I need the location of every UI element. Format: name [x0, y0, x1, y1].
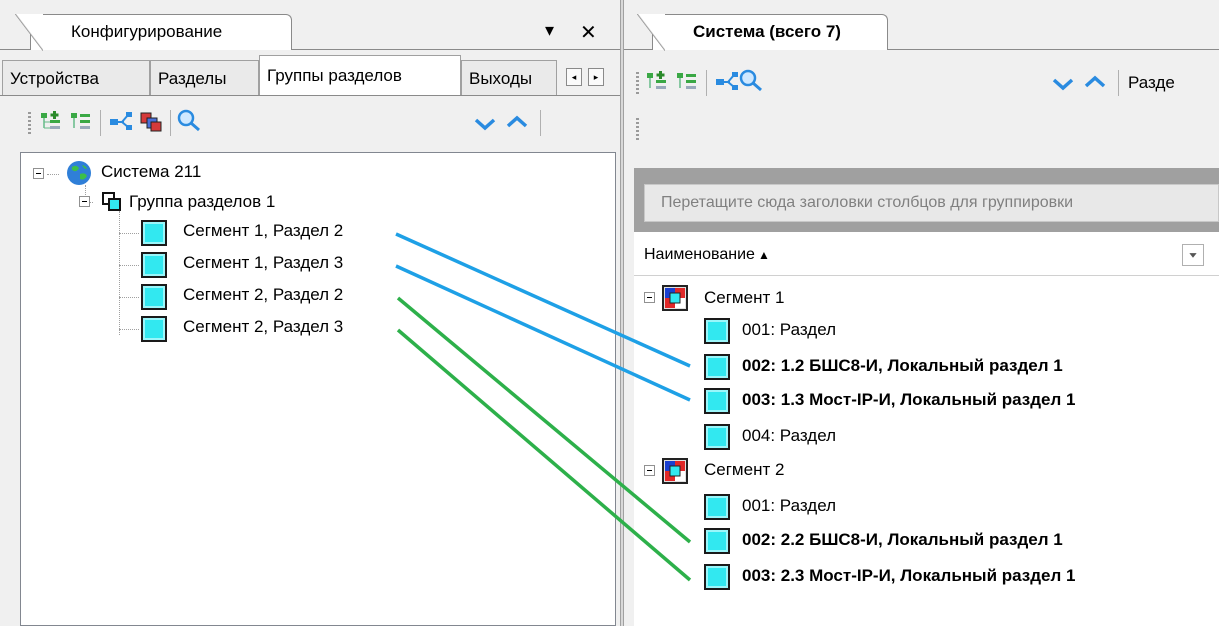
section-icon: [141, 284, 167, 310]
tree-group-label[interactable]: Группа разделов 1: [129, 192, 275, 212]
section-icon: [704, 354, 730, 380]
section-icon: [704, 318, 730, 344]
section-icon: [704, 494, 730, 520]
toolbar-section-label[interactable]: Разде: [1128, 73, 1175, 93]
segment-icon: [662, 285, 688, 311]
search-icon[interactable]: [176, 108, 202, 132]
tree-item[interactable]: Сегмент 2, Раздел 2: [183, 285, 343, 305]
configuration-panel: Конфигурирование ▾ ✕ Устройства Разделы …: [0, 0, 620, 626]
tree-add-icon[interactable]: [38, 110, 64, 134]
globe-icon: [67, 161, 91, 185]
section-group-icon: [102, 192, 121, 211]
section-groups-tree: Система 211 Группа разделов 1 Сегмент 1,…: [20, 152, 616, 626]
section-icon: [141, 252, 167, 278]
arrow-up-icon[interactable]: [1082, 70, 1108, 94]
grid-row[interactable]: 003: 1.3 Мост-IP-И, Локальный раздел 1: [742, 390, 1075, 410]
tree-link-icon[interactable]: [714, 70, 740, 94]
segment-label[interactable]: Сегмент 1: [704, 288, 784, 308]
section-icon: [141, 220, 167, 246]
section-icon: [704, 564, 730, 590]
tab-scroll-right-button[interactable]: ▸: [588, 68, 604, 86]
column-header-name[interactable]: Наименование ▲: [634, 232, 1219, 276]
tab-section-groups[interactable]: Группы разделов: [259, 55, 461, 96]
search-icon[interactable]: [738, 68, 764, 92]
panel-close-icon[interactable]: ✕: [580, 20, 597, 45]
grid-row[interactable]: 003: 2.3 Мост-IP-И, Локальный раздел 1: [742, 566, 1075, 586]
group-drop-hint[interactable]: Перетащите сюда заголовки столбцов для г…: [644, 184, 1219, 222]
tab-scroll-left-button[interactable]: ◂: [566, 68, 582, 86]
tree-item[interactable]: Сегмент 1, Раздел 2: [183, 221, 343, 241]
panel-dropdown-icon[interactable]: ▾: [545, 20, 554, 41]
arrow-down-icon[interactable]: [1050, 72, 1076, 96]
right-toolbar: Разде: [632, 60, 1219, 164]
segment-expander[interactable]: [644, 465, 655, 476]
section-icon: [141, 316, 167, 342]
column-filter-icon[interactable]: [1182, 244, 1204, 266]
tab-sections[interactable]: Разделы: [150, 60, 259, 95]
grid-row[interactable]: 002: 1.2 БШС8-И, Локальный раздел 1: [742, 356, 1063, 376]
tab-devices[interactable]: Устройства: [2, 60, 150, 95]
segment-expander[interactable]: [644, 292, 655, 303]
grid-row[interactable]: 001: Раздел: [742, 320, 836, 340]
tree-remove-icon[interactable]: [674, 70, 700, 94]
section-icon: [704, 388, 730, 414]
left-toolbar: [14, 104, 604, 148]
system-panel: Система (всего 7) Разде Перетащите сюда …: [624, 0, 1219, 626]
sort-ascending-icon: ▲: [758, 248, 770, 262]
tree-remove-icon[interactable]: [68, 110, 94, 134]
group-icon[interactable]: [138, 110, 164, 134]
arrow-down-icon[interactable]: [472, 112, 498, 136]
segment-label[interactable]: Сегмент 2: [704, 460, 784, 480]
panel-title-tab[interactable]: Конфигурирование: [15, 14, 292, 51]
tree-link-icon[interactable]: [108, 110, 134, 134]
panel-title: Конфигурирование: [71, 22, 223, 41]
arrow-up-icon[interactable]: [504, 110, 530, 134]
system-panel-title: Система (всего 7): [693, 22, 841, 41]
tree-item[interactable]: Сегмент 1, Раздел 3: [183, 253, 343, 273]
tree-item[interactable]: Сегмент 2, Раздел 3: [183, 317, 343, 337]
tree-expander-group[interactable]: [79, 196, 90, 207]
tree-root-label[interactable]: Система 211: [101, 162, 201, 182]
tree-expander-root[interactable]: [33, 168, 44, 179]
system-grid: Перетащите сюда заголовки столбцов для г…: [634, 168, 1219, 626]
tree-add-icon[interactable]: [644, 70, 670, 94]
grid-row[interactable]: 002: 2.2 БШС8-И, Локальный раздел 1: [742, 530, 1063, 550]
segment-icon: [662, 458, 688, 484]
grid-row[interactable]: 004: Раздел: [742, 426, 836, 446]
column-header-label: Наименование: [644, 246, 755, 263]
section-icon: [704, 424, 730, 450]
section-icon: [704, 528, 730, 554]
grid-row[interactable]: 001: Раздел: [742, 496, 836, 516]
tab-outputs[interactable]: Выходы: [461, 60, 557, 95]
system-title-tab[interactable]: Система (всего 7): [637, 14, 888, 51]
